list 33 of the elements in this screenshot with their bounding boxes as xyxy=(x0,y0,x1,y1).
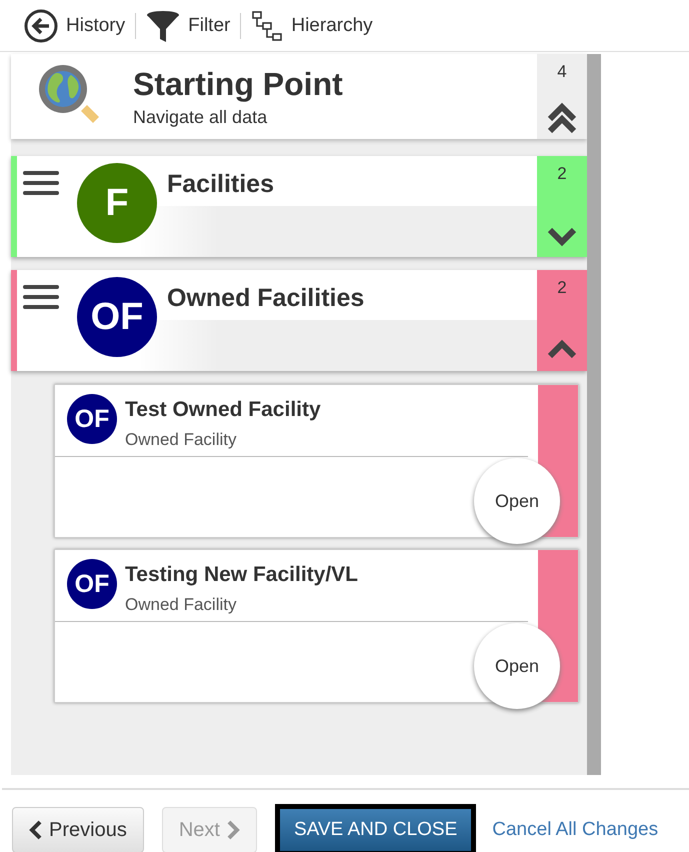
save-and-close-button[interactable]: SAVE AND CLOSE xyxy=(274,804,476,852)
avatar-badge: OF xyxy=(67,559,117,609)
group-card[interactable]: OF Owned Facilities 2 xyxy=(11,270,587,371)
avatar-badge: F xyxy=(77,163,157,243)
cancel-link[interactable]: Cancel All Changes xyxy=(492,819,658,841)
record-type: Owned Facility xyxy=(125,430,238,450)
chevron-left-icon xyxy=(29,820,43,840)
menu-icon[interactable] xyxy=(23,284,59,310)
toolbar-button[interactable]: History xyxy=(20,8,130,42)
open-button[interactable]: Open xyxy=(474,623,560,709)
toolbar-button[interactable]: Filter xyxy=(142,8,234,42)
previous-button[interactable]: Previous xyxy=(12,807,144,852)
filter-icon xyxy=(146,8,180,42)
starting-point-card[interactable]: Starting Point Navigate all data 4 xyxy=(11,54,587,139)
hierarchy-icon xyxy=(251,10,284,42)
card-subtitle: Navigate all data xyxy=(133,106,268,128)
menu-icon[interactable] xyxy=(23,170,59,196)
record-title: Test Owned Facility xyxy=(125,398,321,422)
card-title: Starting Point xyxy=(133,66,343,102)
scrollbar[interactable] xyxy=(587,54,601,775)
chevron-right-icon xyxy=(226,820,240,840)
count-label: 2 xyxy=(557,278,567,298)
record-type: Owned Facility xyxy=(125,595,238,615)
avatar-badge: OF xyxy=(77,277,157,357)
count-label: 2 xyxy=(557,164,567,184)
group-title: Owned Facilities xyxy=(167,284,364,313)
open-button[interactable]: Open xyxy=(474,458,560,544)
count-label: 4 xyxy=(557,62,567,82)
record-title: Testing New Facility/VL xyxy=(125,563,358,587)
toolbar-button[interactable]: Hierarchy xyxy=(247,10,377,42)
avatar-badge: OF xyxy=(67,394,117,444)
group-card[interactable]: F Facilities 2 xyxy=(11,156,587,257)
group-title: Facilities xyxy=(167,170,274,199)
